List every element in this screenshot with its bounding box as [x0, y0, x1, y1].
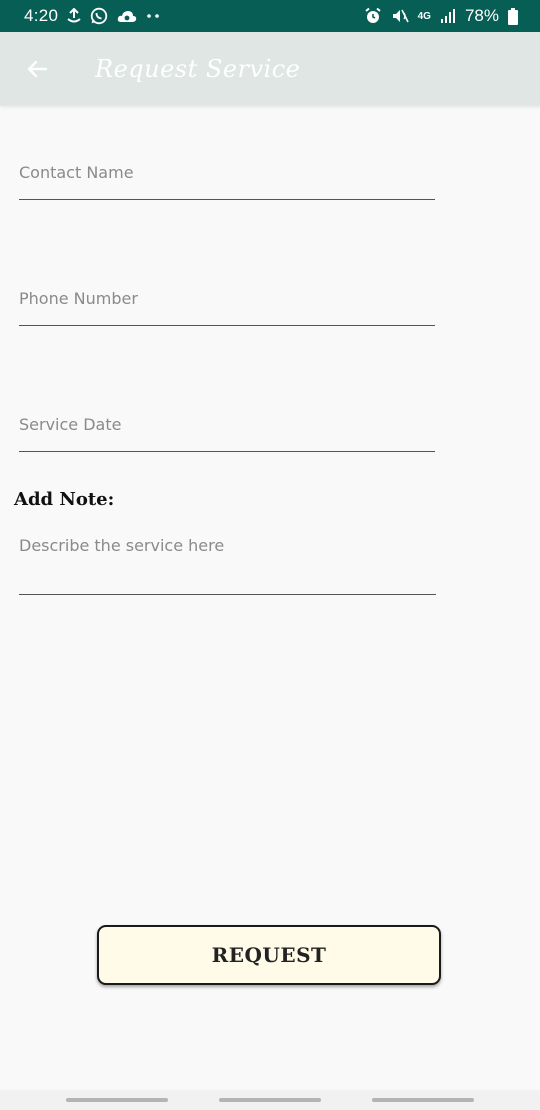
service-date-field [19, 398, 435, 452]
back-button[interactable] [0, 32, 74, 106]
arrow-left-icon [27, 60, 48, 78]
phone-number-field [19, 272, 435, 326]
contact-name-field [19, 146, 435, 200]
battery-percent: 78% [464, 6, 499, 25]
cloud-icon [117, 9, 137, 23]
contact-name-input[interactable] [19, 146, 435, 199]
page-title: Request Service [95, 55, 301, 83]
mute-icon [391, 7, 409, 25]
upload-icon [67, 8, 81, 24]
battery-icon [508, 7, 518, 25]
service-date-input[interactable] [19, 398, 435, 451]
signal-icon [440, 8, 456, 24]
alarm-icon [364, 7, 382, 25]
note-field [19, 526, 436, 595]
system-nav-bar [0, 1090, 540, 1110]
more-dots-icon [146, 13, 160, 19]
note-textarea[interactable] [19, 526, 436, 594]
status-time: 4:20 [24, 6, 59, 25]
note-label: Add Note: [14, 489, 115, 510]
status-right: 4G 78% [364, 6, 518, 26]
phone-number-input[interactable] [19, 272, 435, 325]
app-bar: Request Service [0, 32, 540, 106]
whatsapp-icon [90, 7, 108, 25]
nav-back-button[interactable] [372, 1098, 475, 1102]
status-left: 4:20 [24, 6, 160, 26]
nav-recents-button[interactable] [65, 1098, 168, 1102]
network-4g-icon: 4G [417, 10, 431, 22]
request-button[interactable]: REQUEST [97, 925, 441, 985]
nav-home-button[interactable] [218, 1098, 321, 1102]
status-bar: 4:20 4G 78% [0, 0, 540, 32]
